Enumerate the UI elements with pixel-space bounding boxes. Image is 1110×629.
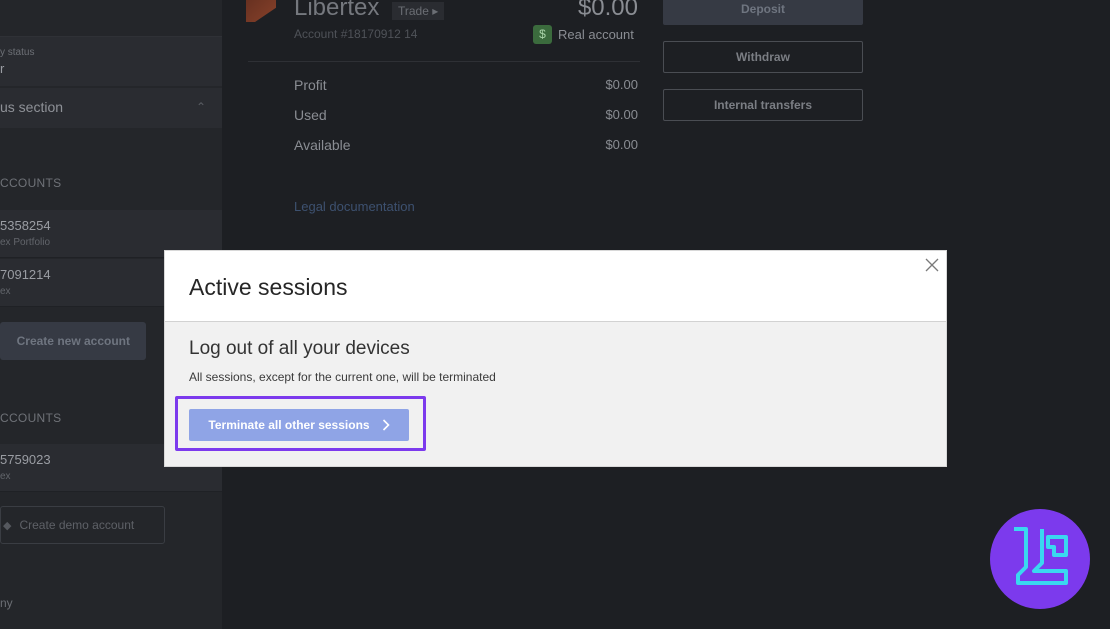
stat-label: Used (294, 107, 327, 123)
account-number-label: Account #18170912 14 (294, 27, 418, 41)
real-accounts-heading: CCOUNTS (0, 176, 62, 190)
withdraw-button[interactable]: Withdraw (663, 41, 863, 73)
brand-name: Libertex (294, 0, 380, 21)
create-new-account-button[interactable]: Create new account (0, 322, 146, 360)
stat-row-available: Available $0.00 (294, 137, 638, 153)
account-number: 5358254 (0, 218, 51, 233)
status-value: r (0, 61, 5, 76)
create-demo-label: Create demo account (19, 518, 135, 532)
account-number: 5759023 (0, 452, 51, 467)
legal-documentation-link[interactable]: Legal documentation (294, 199, 415, 214)
stat-label: Profit (294, 77, 327, 93)
create-demo-account-button[interactable]: ◆ Create demo account (0, 506, 165, 544)
account-type: ex Portfolio (0, 237, 51, 248)
stat-label: Available (294, 137, 351, 153)
modal-header: Active sessions (165, 251, 946, 322)
dollar-icon: $ (533, 25, 552, 44)
deposit-button[interactable]: Deposit (663, 0, 863, 25)
stat-row-profit: Profit $0.00 (294, 77, 638, 93)
terminate-sessions-button[interactable]: Terminate all other sessions (189, 409, 409, 441)
modal-title: Active sessions (189, 274, 348, 300)
bonus-section-toggle[interactable]: us section ⌃ (0, 88, 222, 128)
stat-value: $0.00 (605, 137, 638, 152)
account-status-card: y status r (0, 36, 222, 86)
trade-button[interactable]: Trade ▸ (392, 2, 445, 20)
account-balance: $0.00 (577, 0, 638, 21)
account-number: 7091214 (0, 267, 51, 282)
brand-watermark-logo (990, 509, 1090, 609)
graduation-cap-icon: ◆ (3, 519, 12, 532)
divider (248, 61, 640, 62)
chevron-up-icon: ⌃ (196, 100, 207, 114)
status-label: y status (0, 47, 35, 58)
modal-description: All sessions, except for the current one… (189, 370, 496, 384)
demo-accounts-heading: CCOUNTS (0, 411, 62, 425)
close-icon[interactable] (924, 257, 940, 273)
active-sessions-modal: Active sessions Log out of all your devi… (165, 251, 946, 466)
company-link[interactable]: ny (0, 596, 13, 610)
account-type: ex (0, 471, 11, 482)
internal-transfers-button[interactable]: Internal transfers (663, 89, 863, 121)
terminate-label: Terminate all other sessions (208, 418, 370, 432)
stat-value: $0.00 (605, 77, 638, 92)
stat-value: $0.00 (605, 107, 638, 122)
libertex-logo-icon (246, 0, 276, 22)
account-type-label: Real account (558, 27, 634, 42)
section-label: us section (0, 99, 64, 115)
chevron-right-icon (382, 419, 390, 431)
stat-row-used: Used $0.00 (294, 107, 638, 123)
modal-subtitle: Log out of all your devices (189, 338, 410, 359)
account-type: ex (0, 286, 11, 297)
